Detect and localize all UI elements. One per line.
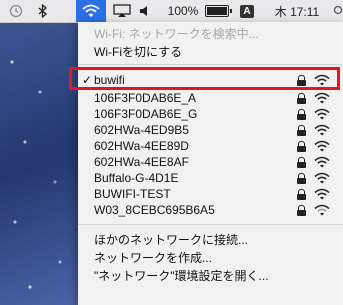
wifi-signal-icon <box>314 140 330 152</box>
input-source-icon[interactable]: A <box>238 0 256 22</box>
turn-wifi-off-item[interactable]: Wi-Fiを切にする <box>78 44 343 60</box>
wifi-signal-icon <box>314 108 330 120</box>
network-item-buwifi[interactable]: ✓ buwifi <box>78 72 343 88</box>
bluetooth-icon[interactable] <box>34 0 52 22</box>
wifi-signal-icon <box>314 92 330 104</box>
join-other-network-item[interactable]: ほかのネットワークに接続... <box>78 232 343 248</box>
battery-icon[interactable] <box>203 0 232 22</box>
lock-icon <box>297 93 306 104</box>
network-item[interactable]: BUWIFI-TEST <box>78 186 343 202</box>
network-item[interactable]: 106F3F0DAB6E_A <box>78 90 343 106</box>
wifi-status: Wi-Fi: ネットワークを検索中... <box>94 27 259 41</box>
lock-icon <box>297 75 306 86</box>
lock-icon <box>297 157 306 168</box>
wifi-menu-icon[interactable] <box>76 0 106 22</box>
lock-icon <box>297 173 306 184</box>
network-item[interactable]: 602HWa-4EE89D <box>78 138 343 154</box>
menubar-clock[interactable]: 木 17:11 <box>266 0 328 22</box>
volume-icon[interactable] <box>137 0 155 22</box>
airplay-icon[interactable] <box>111 0 133 22</box>
network-item[interactable]: Buffalo-G-4D1E <box>78 170 343 186</box>
checkmark-icon: ✓ <box>82 73 93 87</box>
lock-icon <box>297 125 306 136</box>
wifi-signal-icon <box>314 204 330 216</box>
lock-icon <box>297 109 306 120</box>
spotlight-icon[interactable] <box>330 0 343 22</box>
lock-icon <box>297 141 306 152</box>
wifi-signal-icon <box>314 124 330 136</box>
time-machine-icon[interactable] <box>8 0 24 22</box>
network-item[interactable]: 106F3F0DAB6E_G <box>78 106 343 122</box>
wifi-signal-icon <box>314 156 330 168</box>
network-item[interactable]: W03_8CEBC695B6A5 <box>78 202 343 218</box>
create-network-item[interactable]: ネットワークを作成... <box>78 250 343 266</box>
battery-percent: 100% <box>167 4 199 18</box>
wifi-signal-icon <box>314 74 330 86</box>
desktop-wallpaper <box>0 22 78 305</box>
wifi-signal-icon <box>314 188 330 200</box>
wifi-signal-icon <box>314 172 330 184</box>
menu-separator <box>78 224 343 225</box>
network-item[interactable]: 602HWa-4ED9B5 <box>78 122 343 138</box>
lock-icon <box>297 205 306 216</box>
network-item[interactable]: 602HWa-4EE8AF <box>78 154 343 170</box>
menu-bar: 100% A 木 17:11 <box>0 0 343 23</box>
open-network-preferences-item[interactable]: "ネットワーク"環境設定を開く... <box>78 268 343 284</box>
wifi-dropdown-menu: Wi-Fi: ネットワークを検索中... Wi-Fiを切にする ✓ buwifi… <box>78 22 343 305</box>
lock-icon <box>297 189 306 200</box>
menu-separator <box>78 64 343 65</box>
